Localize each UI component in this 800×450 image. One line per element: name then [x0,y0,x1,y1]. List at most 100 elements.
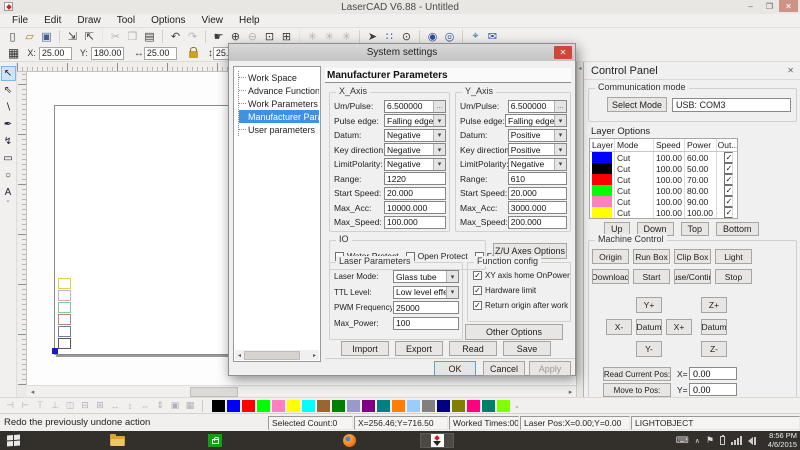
checkbox-checked[interactable]: ✓ [473,301,482,310]
scroll-right-icon[interactable]: ▸ [565,386,576,397]
align-left-icon[interactable]: ⊣ [3,399,17,412]
undo-icon[interactable]: ↶ [167,29,184,44]
palette-swatch[interactable] [272,400,285,412]
layer-output-checkbox[interactable]: ✓ [724,196,733,207]
zoom-page-icon[interactable]: ⊞ [278,29,295,44]
layer-output-checkbox[interactable]: ✓ [724,152,733,163]
node-pick-icon[interactable]: ⊙ [398,29,415,44]
rectangle-tool[interactable]: ▭ [1,151,16,166]
export-icon[interactable]: ⇱ [81,29,98,44]
parameter-field[interactable]: Negative ▾ [508,158,567,171]
line-tool[interactable]: ∖ [1,100,16,115]
shape-rectangle[interactable] [58,314,71,325]
machine-button[interactable]: Light [715,249,752,264]
shape-rectangle[interactable] [58,302,71,313]
array-copy-icon[interactable]: ▦ [183,399,197,412]
ellipse-tool[interactable]: ○ [1,168,16,183]
cancel-button[interactable]: Cancel [483,361,525,376]
parameter-field[interactable]: Falling edge ▾ [505,114,567,127]
palette-swatch[interactable] [452,400,465,412]
parameter-field[interactable]: 6.500000 … [508,100,567,113]
preview-icon[interactable]: ✉ [484,29,501,44]
machine-button[interactable]: Start [633,269,670,284]
paste-icon[interactable]: ▤ [141,29,158,44]
lasercad-taskbar-icon[interactable] [420,433,454,448]
y-position-input[interactable]: 180.00 [91,47,124,60]
jog-y-minus-button[interactable]: Y- [636,341,662,357]
parameter-field[interactable]: Glass tube ▾ [393,270,459,283]
layer-order-button[interactable]: Top [681,222,710,236]
layer-color-swatch[interactable] [592,163,612,174]
mirror-v-icon[interactable]: ✳ [338,29,355,44]
layer-mode[interactable]: Cut [615,174,654,185]
field-dropdown-icon[interactable]: ▾ [433,115,445,126]
field-dropdown-icon[interactable]: … [554,101,566,112]
parameter-field[interactable]: Falling edge ▾ [384,114,446,127]
volume-icon[interactable] [748,437,756,445]
align-right-icon[interactable]: ⊢ [18,399,32,412]
palette-swatch[interactable] [317,400,330,412]
tree-scroll-left-icon[interactable]: ◂ [235,352,244,359]
field-dropdown-icon[interactable]: … [433,101,445,112]
tree-item[interactable]: Advance Functions [239,84,319,97]
tools-overflow-icon[interactable]: ⌄ [5,196,11,204]
layer-power[interactable]: 70.00 [685,174,717,185]
parameter-field[interactable]: 3000.000 [508,201,567,214]
tree-item[interactable]: Work Parameters [239,97,319,110]
layer-speed[interactable]: 100.00 [654,196,685,207]
layer-color-swatch[interactable] [592,185,612,196]
jog-z-plus-button[interactable]: Z+ [701,297,727,313]
aspect-lock-icon[interactable] [189,51,198,58]
palette-swatch[interactable] [482,400,495,412]
same-size-icon[interactable]: ▣ [168,399,182,412]
simulate-icon[interactable]: ◉ [424,29,441,44]
select-tool[interactable]: ↖ [1,66,16,81]
battery-icon[interactable] [720,436,725,445]
x-position-input[interactable]: 25.00 [39,47,72,60]
tree-scroll-right-icon[interactable]: ▸ [310,352,319,359]
machine-button[interactable]: Origin [592,249,629,264]
palette-swatch[interactable] [242,400,255,412]
zoom-window-icon[interactable]: ⊡ [261,29,278,44]
machine-button[interactable]: Pause/Continue [674,269,711,284]
parameter-field[interactable]: Negative ▾ [384,143,446,156]
taskbar-clock[interactable]: 8:56 PM 4/6/2015 [768,432,797,449]
jog-xy-datum-button[interactable]: Datum [636,319,662,335]
layer-mode[interactable]: Cut [615,196,654,207]
palette-swatch[interactable] [302,400,315,412]
menu-item[interactable]: Edit [36,15,69,26]
layer-color-swatch[interactable] [592,207,612,218]
layer-row[interactable]: Cut 100.00 80.00 ✓ [590,185,737,196]
scroll-thumb[interactable] [190,387,238,397]
firefox-icon[interactable] [332,433,366,448]
jog-x-plus-button[interactable]: X+ [666,319,692,335]
machine-button[interactable]: Download [592,269,629,284]
jog-x-minus-button[interactable]: X- [606,319,632,335]
layer-power[interactable]: 90.00 [685,196,717,207]
function-checkbox-item[interactable]: ✓XY axis home OnPower [468,268,570,283]
menu-item[interactable]: Help [231,15,268,26]
redo-icon[interactable]: ↷ [184,29,201,44]
layer-speed[interactable]: 100.00 [654,163,685,174]
network-signal-icon[interactable] [731,436,742,445]
field-dropdown-icon[interactable]: ▾ [554,130,566,141]
same-height-icon[interactable]: ⇕ [153,399,167,412]
align-top-icon[interactable]: ⊤ [33,399,47,412]
action-center-flag-icon[interactable]: ⚑ [706,435,714,446]
tree-item[interactable]: User parameters [239,123,319,136]
palette-swatch[interactable] [497,400,510,412]
align-v-center-icon[interactable]: ⊟ [78,399,92,412]
layer-speed[interactable]: 100.00 [654,174,685,185]
dialog-action-button[interactable]: Export [395,341,443,356]
tray-expand-icon[interactable]: ∧ [695,437,700,445]
dialog-action-button[interactable]: Import [341,341,389,356]
layer-order-button[interactable]: Bottom [716,222,759,236]
dialog-title-bar[interactable]: System settings ✕ [229,44,575,61]
start-button[interactable] [7,435,20,447]
layer-power[interactable]: 100.00 [685,207,717,218]
laser-position-icon[interactable]: ⌖ [467,29,484,44]
palette-swatch[interactable] [422,400,435,412]
checkbox-checked[interactable]: ✓ [473,271,482,280]
layer-mode[interactable]: Cut [615,207,654,218]
distribute-h-icon[interactable]: ↔ [108,399,122,412]
